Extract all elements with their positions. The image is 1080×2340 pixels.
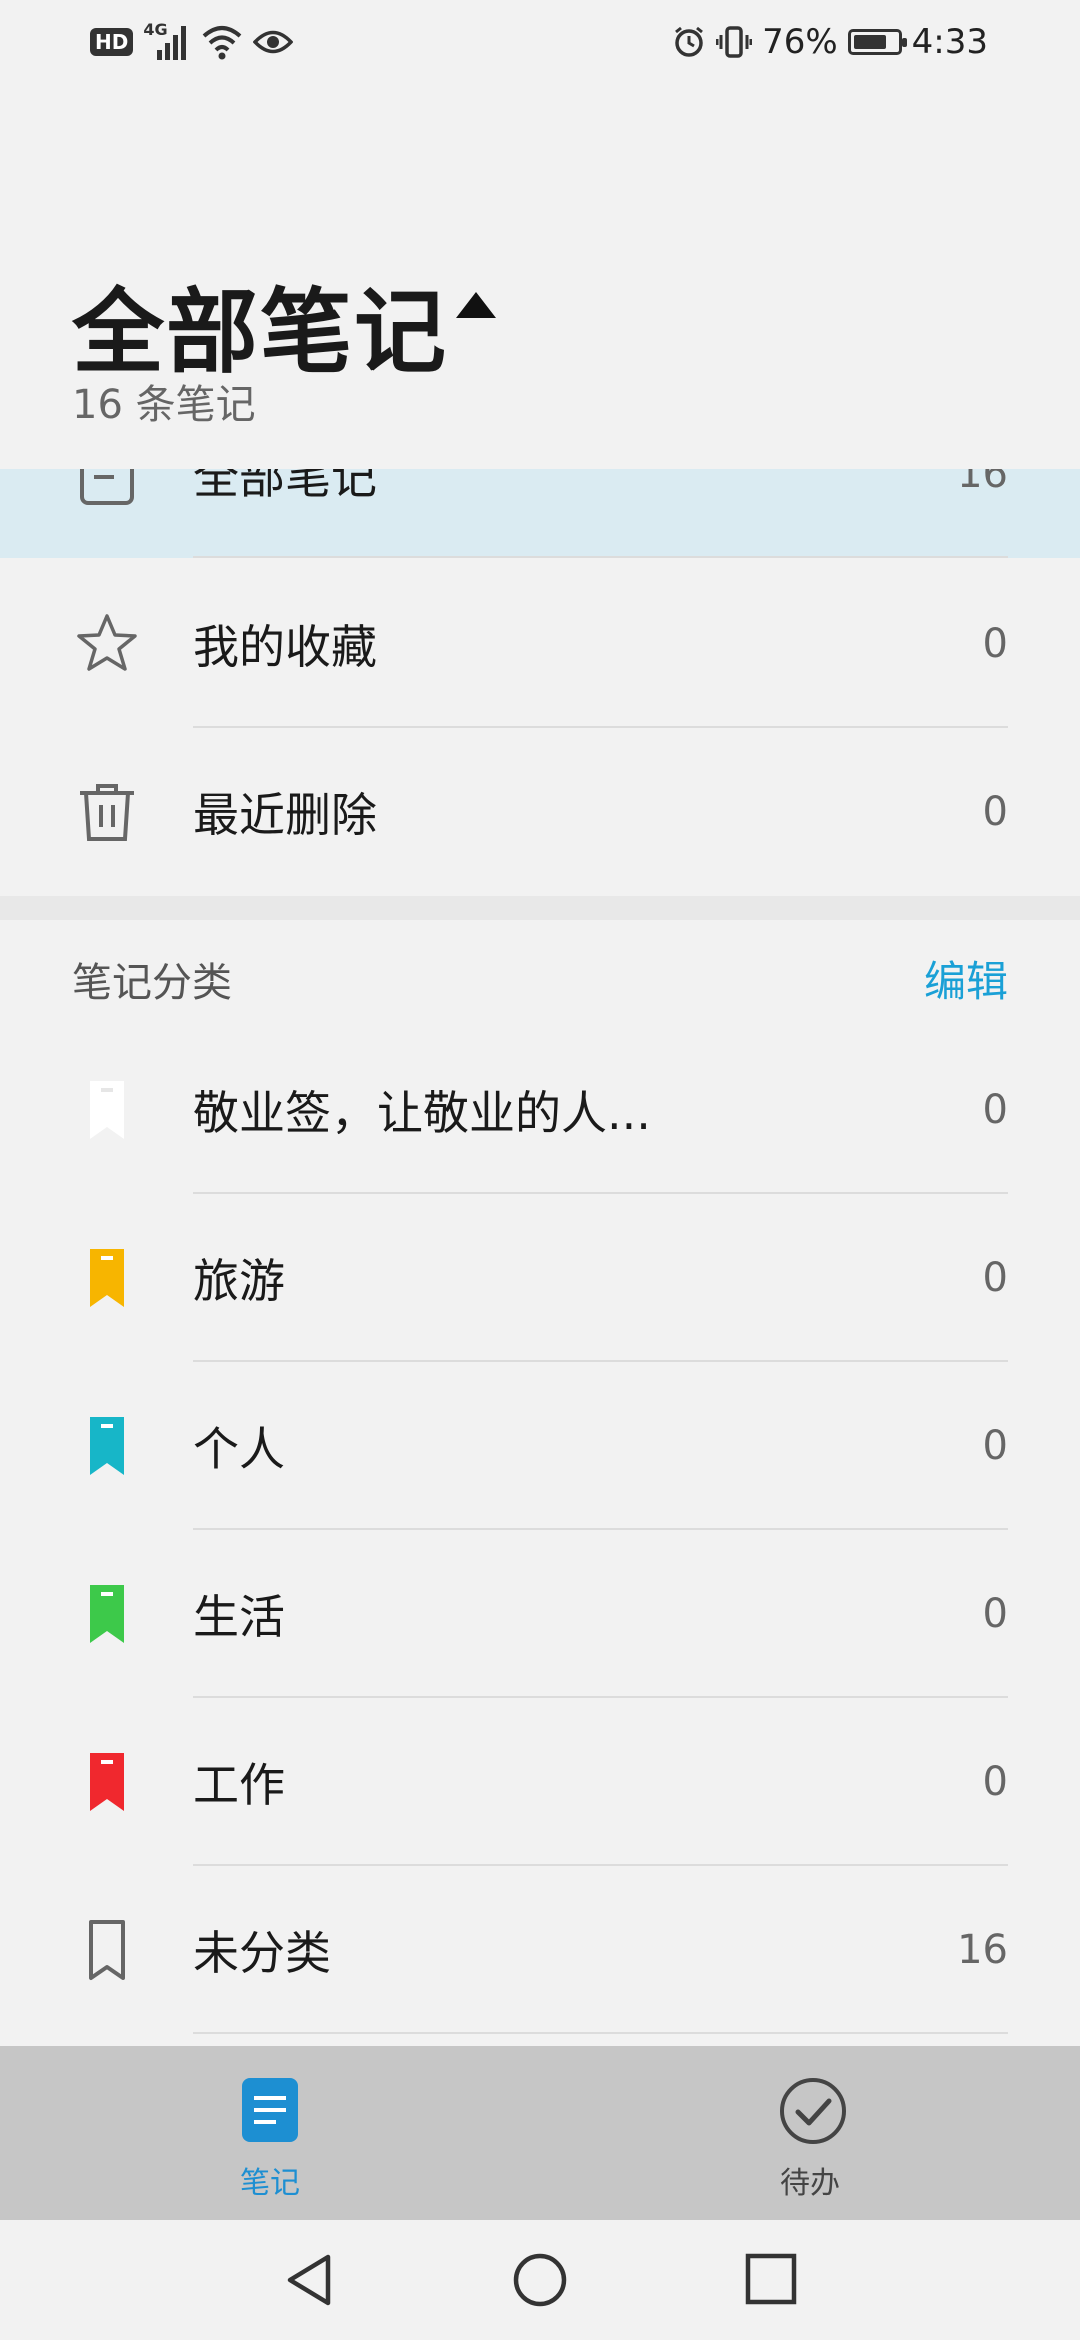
battery-percent: 76% [762, 22, 838, 62]
status-right: 76% 4:33 [672, 22, 988, 62]
category-count: 0 [982, 1423, 1008, 1469]
category-label: 个人 [193, 1422, 285, 1476]
trash-icon [80, 784, 134, 841]
category-label: 工作 [193, 1758, 285, 1812]
battery-icon [847, 29, 907, 55]
category-count: 0 [982, 1591, 1008, 1637]
menu-item-label: 我的收藏 [193, 620, 377, 674]
bookmark-icon [90, 1249, 124, 1307]
status-bar: HD 4G 76% 4:33 [0, 0, 1080, 84]
category-item-life[interactable]: 生活 0 [0, 1530, 1080, 1698]
bookmark-icon [90, 1081, 124, 1139]
menu-item-count: 16 [957, 451, 1008, 497]
menu-item-label: 全部笔记 [193, 450, 377, 504]
category-label: 未分类 [193, 1926, 331, 1980]
star-icon [77, 614, 137, 671]
tab-notes[interactable]: 笔记 [170, 2046, 370, 2220]
category-item-jingye[interactable]: 敬业签，让敬业的人... 0 [0, 1026, 1080, 1194]
category-count: 0 [982, 1759, 1008, 1805]
notes-tab-icon [242, 2078, 298, 2142]
collapse-arrow-icon[interactable] [456, 292, 496, 318]
todo-check-icon [780, 2078, 846, 2144]
bookmark-outline-icon [89, 1920, 125, 1980]
alarm-icon [675, 26, 703, 57]
status-left-icons: HD 4G [90, 20, 294, 62]
menu-item-recently-deleted[interactable]: 最近删除 0 [0, 728, 1080, 896]
tab-label: 笔记 [240, 2166, 300, 2201]
section-separator [0, 896, 1080, 920]
battery-fill [853, 35, 886, 49]
category-count: 0 [982, 1087, 1008, 1133]
menu-item-count: 0 [982, 621, 1008, 667]
category-item-travel[interactable]: 旅游 0 [0, 1194, 1080, 1362]
recents-icon[interactable] [744, 2252, 798, 2306]
menu-item-label: 最近删除 [193, 788, 377, 842]
category-label: 敬业签，让敬业的人... [193, 1086, 651, 1140]
bookmark-icon [90, 1417, 124, 1475]
home-icon[interactable] [512, 2252, 568, 2308]
menu-item-favorites[interactable]: 我的收藏 0 [0, 560, 1080, 728]
signal-4g-icon: 4G [143, 20, 191, 62]
category-item-personal[interactable]: 个人 0 [0, 1362, 1080, 1530]
category-label: 生活 [193, 1590, 285, 1644]
divider [193, 2032, 1008, 2034]
divider [193, 556, 1008, 558]
vibrate-icon [716, 26, 753, 58]
eye-icon [253, 30, 294, 54]
tab-label: 待办 [780, 2166, 840, 2201]
note-icon [80, 469, 134, 505]
category-item-work[interactable]: 工作 0 [0, 1698, 1080, 1866]
note-count-subtitle: 16 条笔记 [72, 382, 256, 428]
category-item-uncategorized[interactable]: 未分类 16 [0, 1866, 1080, 2034]
edit-categories-button[interactable]: 编辑 [924, 948, 1008, 1009]
menu-item-count: 0 [982, 789, 1008, 835]
system-nav-bar [0, 2220, 1080, 2340]
bottom-tab-bar: 笔记 待办 [0, 2046, 1080, 2220]
tab-todo[interactable]: 待办 [710, 2046, 910, 2220]
bookmark-icon [90, 1753, 124, 1811]
hd-icon: HD [90, 28, 134, 56]
category-label: 旅游 [193, 1254, 285, 1308]
category-count: 0 [982, 1255, 1008, 1301]
section-title: 笔记分类 [72, 960, 232, 1006]
back-icon[interactable] [282, 2252, 336, 2308]
wifi-icon [203, 26, 242, 60]
category-count: 16 [957, 1927, 1008, 1973]
bookmark-icon [90, 1585, 124, 1643]
clock: 4:33 [911, 22, 988, 62]
